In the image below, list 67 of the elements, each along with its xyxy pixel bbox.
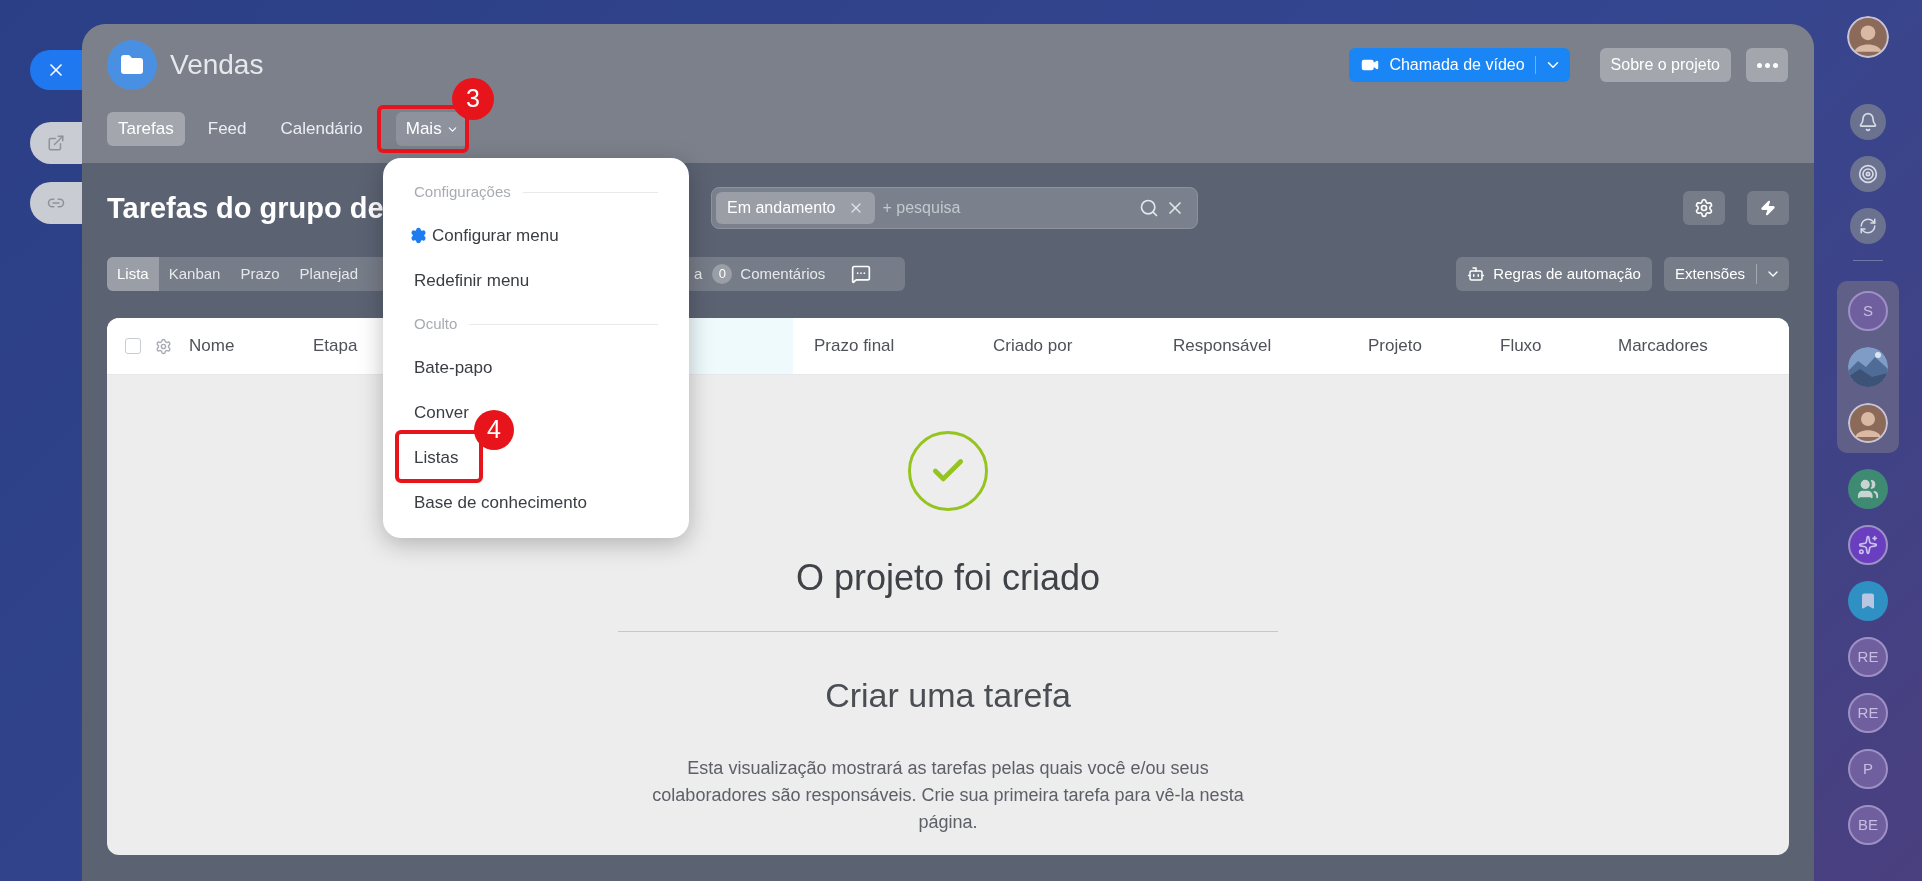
filter-chip[interactable]: Em andamento xyxy=(716,192,875,224)
select-all-checkbox[interactable] xyxy=(125,338,141,354)
view-tab[interactable]: Kanban xyxy=(158,257,231,291)
target-icon[interactable] xyxy=(1850,156,1886,192)
about-project-button[interactable]: Sobre o projeto xyxy=(1599,48,1731,82)
automation-rules-button[interactable]: Regras de automação xyxy=(1456,257,1652,291)
page-title: Tarefas do grupo de xyxy=(107,191,384,226)
menu-section-title: Oculto xyxy=(414,313,458,334)
avatar-initials[interactable]: S xyxy=(1848,291,1888,331)
lightning-icon xyxy=(1760,200,1776,216)
video-call-label[interactable]: Chamada de vídeo xyxy=(1389,53,1525,77)
more-options-button[interactable] xyxy=(1746,48,1788,82)
view-tab[interactable]: Planejad xyxy=(289,257,368,291)
robot-icon xyxy=(1467,265,1486,283)
settings-icon xyxy=(410,227,427,244)
gear-icon xyxy=(1694,198,1714,218)
menu-section-title: Configurações xyxy=(414,181,511,202)
avatar-initials[interactable]: RE xyxy=(1848,637,1888,677)
empty-state-heading: Criar uma tarefa xyxy=(825,675,1071,716)
menu-item[interactable]: Configurar menu xyxy=(432,222,559,249)
group-chat-icon[interactable] xyxy=(1848,469,1888,509)
menu-item[interactable]: Conver xyxy=(414,399,469,426)
menu-item[interactable]: Base de conhecimento xyxy=(414,489,587,516)
video-call-button[interactable]: Chamada de vídeo xyxy=(1349,48,1570,82)
search-icon[interactable] xyxy=(1139,198,1159,218)
view-tab[interactable]: a xyxy=(694,257,713,291)
column-header[interactable]: Marcadores xyxy=(1618,333,1708,359)
column-header[interactable]: Etapa xyxy=(313,333,358,359)
avatar-initials[interactable]: P xyxy=(1848,749,1888,789)
column-header[interactable]: Nome xyxy=(189,333,235,359)
status-message: O projeto foi criado xyxy=(795,556,1101,600)
copilot-chat-icon[interactable] xyxy=(1848,525,1888,565)
folder-icon xyxy=(107,40,157,90)
comments-label[interactable]: Comentários xyxy=(740,262,826,286)
external-link-icon xyxy=(47,134,65,152)
open-in-new-window-button[interactable] xyxy=(30,122,82,164)
nav-tab[interactable]: Calendário xyxy=(269,112,374,146)
menu-item[interactable]: Bate-papo xyxy=(414,354,493,381)
refresh-icon[interactable] xyxy=(1850,208,1886,244)
settings-button[interactable] xyxy=(1683,191,1725,225)
view-tab[interactable]: Prazo xyxy=(230,257,290,291)
comment-count: 0 xyxy=(712,264,733,284)
copy-link-button[interactable] xyxy=(30,182,82,224)
menu-item[interactable]: Redefinir menu xyxy=(414,267,530,294)
close-button[interactable] xyxy=(30,50,82,90)
project-name: Vendas xyxy=(170,48,264,82)
user-avatar[interactable] xyxy=(1847,16,1889,58)
column-header[interactable]: Criado por xyxy=(993,333,1073,359)
menu-item[interactable]: Listas xyxy=(414,444,459,471)
avatar-initials[interactable]: BE xyxy=(1848,805,1888,845)
notifications-icon[interactable] xyxy=(1850,104,1886,140)
nav-tab[interactable]: Feed xyxy=(196,112,258,146)
nav-tab[interactable]: Tarefas xyxy=(107,112,185,146)
bolt-button[interactable] xyxy=(1747,191,1789,225)
search-field[interactable]: Em andamento + pesquisa xyxy=(711,187,1198,229)
view-tab[interactable]: Lista xyxy=(107,257,159,291)
chat-icon[interactable] xyxy=(851,264,872,284)
empty-state-description: Esta visualização mostrará as tarefas pelas quais você e/ou seus colaboradores são responsáveis. Crie sua primeira tarefa para vê-la nesta página. xyxy=(651,757,1245,834)
column-header[interactable]: Fluxo xyxy=(1500,333,1542,359)
extensions-button[interactable]: Extensões xyxy=(1663,257,1789,291)
column-header[interactable]: Responsável xyxy=(1173,333,1272,359)
column-header[interactable]: Projeto xyxy=(1368,333,1422,359)
bookmark-chat-icon[interactable] xyxy=(1848,581,1888,621)
success-check-icon xyxy=(908,431,988,511)
column-header[interactable]: Prazo final xyxy=(814,333,895,359)
avatar[interactable] xyxy=(1848,403,1888,443)
avatar-initials[interactable]: RE xyxy=(1848,693,1888,733)
